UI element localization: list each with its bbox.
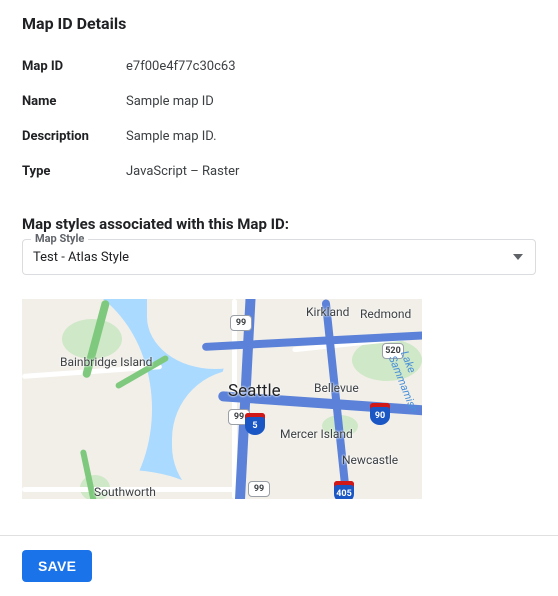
detail-row: Map ID e7f00e4f77c30c63 [22,49,536,84]
detail-value-name: Sample map ID [126,94,214,109]
route-shield-99: 99 [248,481,270,497]
city-label-seattle: Seattle [228,381,281,401]
city-label-kirkland: Kirkland [306,305,349,319]
detail-label-name: Name [22,94,126,109]
route-shield-99: 99 [230,315,252,331]
map-preview[interactable]: 99 99 99 520 5 90 405 Seattle Bellevue K… [22,299,422,499]
interstate-shield-405: 405 [334,485,354,499]
city-label-bellevue: Bellevue [314,381,359,395]
footer-bar: SAVE [0,535,558,596]
detail-value-description: Sample map ID. [126,129,217,144]
detail-value-type: JavaScript – Raster [126,164,239,179]
save-button[interactable]: SAVE [22,550,92,582]
detail-label-type: Type [22,164,126,179]
detail-label-description: Description [22,129,126,144]
city-label-newcastle: Newcastle [342,453,398,467]
detail-row: Name Sample map ID [22,84,536,119]
city-label-southworth: Southworth [94,485,156,499]
map-style-selected: Test - Atlas Style [33,250,129,265]
styles-section-title: Map styles associated with this Map ID: [22,215,536,233]
detail-row: Description Sample map ID. [22,119,536,154]
detail-row: Type JavaScript – Raster [22,154,536,189]
map-style-label: Map Style [31,232,88,245]
interstate-shield-5: 5 [245,417,265,435]
detail-label-mapid: Map ID [22,59,126,74]
detail-value-mapid: e7f00e4f77c30c63 [126,59,236,74]
map-style-select[interactable]: Test - Atlas Style [22,239,536,275]
city-label-mercer: Mercer Island [280,427,353,441]
city-label-redmond: Redmond [360,307,411,321]
chevron-down-icon [513,254,523,260]
page-title: Map ID Details [22,14,536,33]
interstate-shield-90: 90 [370,407,390,425]
city-label-bainbridge: Bainbridge Island [60,355,152,369]
